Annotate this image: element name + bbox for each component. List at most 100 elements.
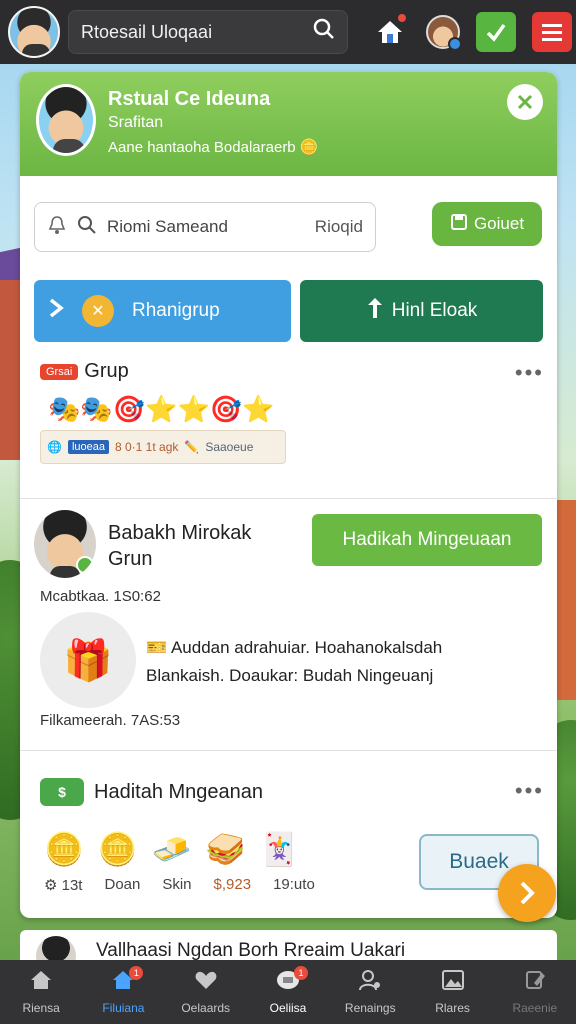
nav-item-gallery[interactable]: Rlares bbox=[411, 960, 493, 1024]
chevron-right-icon bbox=[48, 297, 64, 325]
nav-label: Renaings bbox=[344, 1001, 396, 1015]
ticket-icon: 🎫 bbox=[146, 638, 168, 657]
reward-label: Doan bbox=[104, 876, 141, 893]
reward-labels: ⚙ 13t Doan Skin $,923 19:uto bbox=[44, 876, 315, 894]
section-divider bbox=[20, 750, 557, 751]
reward-label: ⚙ 13t bbox=[44, 876, 82, 894]
send-button-label: Goiuet bbox=[473, 214, 525, 233]
search-icon[interactable] bbox=[313, 18, 335, 46]
next-fab-button[interactable] bbox=[498, 864, 556, 922]
check-icon[interactable] bbox=[476, 12, 516, 52]
profile-description: Aane hantaoha Bodalaraerb 🪙 bbox=[108, 138, 319, 156]
post-body-line1: 🎫 Auddan adrahuiar. Hoahanokalsdah bbox=[146, 634, 442, 662]
top-search-text: Rtoesail Uloqaai bbox=[81, 21, 213, 42]
profile-avatar[interactable] bbox=[36, 84, 96, 156]
rewards-tag: luoeaa bbox=[67, 440, 109, 454]
post-body: 🎫 Auddan adrahuiar. Hoahanokalsdah Blank… bbox=[146, 634, 442, 690]
gallery-icon bbox=[441, 969, 465, 997]
reward-section: $ Haditah Mngeanan ••• 🪙 🪙 🧈 🥪 🃏 ⚙ 13t D… bbox=[34, 772, 544, 912]
search-right-label[interactable]: Rioqid bbox=[315, 217, 363, 237]
group-title-text: Grup bbox=[84, 360, 129, 382]
nav-badge: 1 bbox=[129, 966, 144, 980]
reward-label: 19:uto bbox=[273, 876, 315, 893]
claim-reward-button[interactable]: Hadikah Mingeuaan bbox=[312, 514, 542, 566]
post-meta: Mcabtkaa. 1S0:62 bbox=[40, 588, 161, 605]
online-indicator bbox=[76, 556, 94, 574]
sandwich-icon: 🥪 bbox=[205, 831, 246, 867]
profile-subtitle: Srafitan bbox=[108, 114, 164, 131]
home-icon bbox=[29, 969, 53, 997]
chevron-right-icon bbox=[520, 881, 535, 905]
profile-name: Rstual Ce Ideuna bbox=[108, 88, 271, 110]
group-section: Grsai Grup ••• 🎭🎭🎯⭐⭐🎯⭐ 🌐 luoeaa 8 0·1 1t… bbox=[34, 360, 544, 480]
pencil-icon: ✏️ bbox=[184, 440, 200, 454]
more-options-icon[interactable]: ••• bbox=[515, 778, 544, 804]
group-title: Grsai Grup bbox=[40, 360, 129, 383]
next-post-preview[interactable]: Vallhaasi Ngdan Borh Rreaim Uakari bbox=[20, 930, 557, 962]
nav-item-chat[interactable]: 1 Oeliisa bbox=[247, 960, 329, 1024]
reward-label: Skin bbox=[162, 876, 192, 893]
send-button[interactable]: Goiuet bbox=[432, 202, 542, 246]
peek-avatar bbox=[36, 936, 76, 962]
nav-label: Oeliisa bbox=[269, 1001, 307, 1015]
nav-label: Riensa bbox=[22, 1001, 60, 1015]
nav-item-edit[interactable]: Raeenie bbox=[494, 960, 576, 1024]
card-icon: 🃏 bbox=[259, 831, 300, 867]
profile-badge-icon[interactable] bbox=[426, 15, 462, 51]
group-action-label: Rhanigrup bbox=[132, 300, 220, 321]
coins-icon: 🪙 bbox=[44, 831, 84, 867]
reward-items: 🪙 🪙 🧈 🥪 🃏 bbox=[44, 830, 299, 868]
nav-item-people[interactable]: Renaings bbox=[329, 960, 411, 1024]
group-emoji-row: 🎭🎭🎯⭐⭐🎯⭐ bbox=[48, 394, 275, 424]
settings-icon: ⚙ bbox=[44, 877, 58, 894]
globe-icon: 🌐 bbox=[47, 440, 62, 454]
user-avatar[interactable] bbox=[8, 6, 60, 58]
top-search-bar[interactable]: Rtoesail Uloqaai bbox=[68, 10, 348, 54]
top-bar: Rtoesail Uloqaai bbox=[0, 0, 576, 64]
save-icon bbox=[450, 213, 468, 236]
profile-description-text: Aane hantaoha Bodalaraerb bbox=[108, 139, 296, 156]
reward-label: $,923 bbox=[213, 876, 252, 893]
nav-label: Oelaards bbox=[181, 1001, 231, 1015]
money-icon: $ bbox=[40, 778, 84, 806]
bell-icon bbox=[47, 215, 67, 240]
post-body-line1-text: Auddan adrahuiar. Hoahanokalsdah bbox=[170, 638, 443, 657]
group-action-button[interactable]: ✕ Rhanigrup bbox=[34, 280, 291, 342]
nav-label: Rlares bbox=[435, 1001, 470, 1015]
coins-icon: 🪙 bbox=[97, 831, 138, 867]
group-tag: Grsai bbox=[40, 363, 79, 380]
coin-icon: ✕ bbox=[82, 295, 114, 327]
post-body-line2: Blankaish. Doaukar: Budah Ningeuanj bbox=[146, 666, 434, 685]
home-icon[interactable] bbox=[370, 12, 410, 52]
profile-card: Rstual Ce Ideuna Srafitan Aane hantaoha … bbox=[20, 72, 557, 176]
heart-icon bbox=[194, 969, 218, 997]
nav-badge: 1 bbox=[293, 966, 308, 980]
main-panel: Rstual Ce Ideuna Srafitan Aane hantaoha … bbox=[20, 72, 557, 918]
search-placeholder: Riomi Sameand bbox=[107, 217, 228, 236]
nav-item-home[interactable]: Riensa bbox=[0, 960, 82, 1024]
nav-item-favorites[interactable]: Oelaards bbox=[165, 960, 247, 1024]
people-icon bbox=[357, 969, 383, 997]
group-rewards-strip: 🌐 luoeaa 8 0·1 1t agk ✏️ Saaoeue bbox=[40, 430, 286, 464]
nav-item-feed[interactable]: 1 Filuiana bbox=[82, 960, 164, 1024]
menu-icon[interactable] bbox=[532, 12, 572, 52]
rewards-extra: Saaoeue bbox=[205, 440, 254, 454]
post-timestamp: Filkameerah. 7AS:53 bbox=[40, 712, 181, 729]
search-input[interactable]: Riomi Sameand Rioqid bbox=[34, 202, 376, 252]
secondary-action-button[interactable]: Hinl Eloak bbox=[300, 280, 543, 342]
edit-icon bbox=[524, 969, 546, 997]
gold-bar-icon: 🧈 bbox=[151, 831, 192, 867]
nav-label: Filuiana bbox=[102, 1001, 145, 1015]
feed-post: Babakh Mirokak Grun Hadikah Mingeuaan Mc… bbox=[34, 508, 544, 729]
reward-label-text: 13t bbox=[61, 877, 83, 894]
secondary-action-label: Hinl Eloak bbox=[391, 300, 478, 321]
post-author: Babakh Mirokak Grun bbox=[108, 520, 251, 572]
post-avatar[interactable] bbox=[34, 510, 96, 578]
post-author-line2: Grun bbox=[108, 548, 153, 570]
close-button[interactable] bbox=[507, 84, 543, 120]
coin-icon: 🪙 bbox=[299, 139, 319, 156]
nav-label: Raeenie bbox=[512, 1001, 558, 1015]
top-icon-group bbox=[370, 12, 572, 52]
post-author-line1: Babakh Mirokak bbox=[108, 522, 252, 544]
more-options-icon[interactable]: ••• bbox=[515, 360, 544, 386]
